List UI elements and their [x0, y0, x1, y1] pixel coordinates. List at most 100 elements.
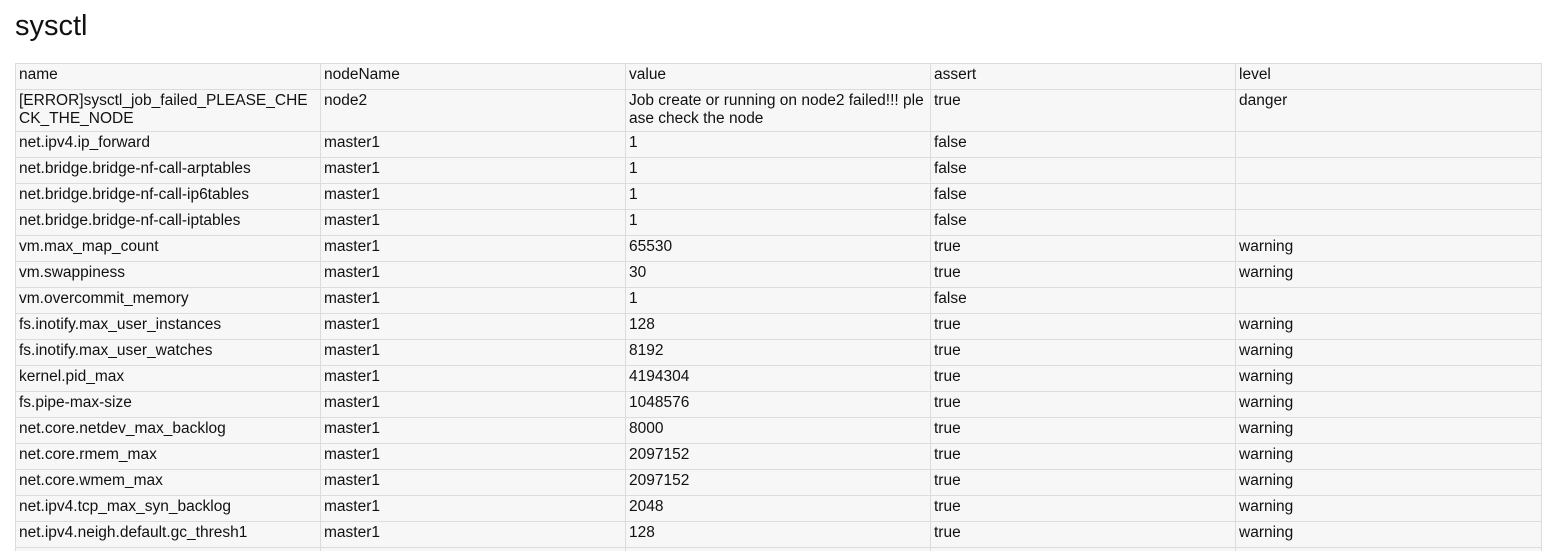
cell-nodename: master1	[320, 339, 626, 366]
cell-value: 1	[625, 183, 931, 210]
table-header-row: name nodeName value assert level	[15, 63, 1542, 90]
cell-value: 1048576	[625, 391, 931, 418]
cell-assert	[930, 547, 1236, 551]
cell-nodename	[320, 547, 626, 551]
cell-nodename: master1	[320, 391, 626, 418]
table-row: net.bridge.bridge-nf-call-iptables master…	[15, 209, 1542, 236]
cell-name: vm.overcommit_memory	[15, 287, 321, 314]
cell-value: 30	[625, 261, 931, 288]
table-row: net.ipv4.ip_forward master1 1 false	[15, 131, 1542, 158]
column-header-nodename: nodeName	[320, 63, 626, 90]
cell-level	[1235, 131, 1542, 158]
table-row: net.core.rmem_max master1 2097152 true warni…	[15, 443, 1542, 470]
cell-level: warning	[1235, 495, 1542, 522]
cell-value: 4194304	[625, 365, 931, 392]
cell-level	[1235, 157, 1542, 184]
cell-level	[1235, 287, 1542, 314]
table-row: net.ipv4.tcp_max_syn_backlog master1 2048 t…	[15, 495, 1542, 522]
page-title: sysctl	[15, 10, 88, 42]
cell-nodename: master1	[320, 365, 626, 392]
cell-name	[15, 547, 321, 551]
cell-assert: true	[930, 417, 1236, 444]
cell-value: 2097152	[625, 469, 931, 496]
cell-value: 1	[625, 157, 931, 184]
table-row: net.bridge.bridge-nf-call-arptables maste…	[15, 157, 1542, 184]
sysctl-table: name nodeName value assert level [ERROR]…	[15, 63, 1542, 551]
cell-level: warning	[1235, 469, 1542, 496]
cell-name: net.ipv4.neigh.default.gc_thresh1	[15, 521, 321, 548]
cell-level: warning	[1235, 365, 1542, 392]
cell-level: warning	[1235, 235, 1542, 262]
cell-name: net.bridge.bridge-nf-call-iptables	[15, 209, 321, 236]
cell-nodename: master1	[320, 313, 626, 340]
cell-assert: false	[930, 157, 1236, 184]
cell-nodename: node2	[320, 89, 626, 132]
cell-value: 128	[625, 521, 931, 548]
cell-value: 1	[625, 209, 931, 236]
cell-level: danger	[1235, 89, 1542, 132]
cell-level: warning	[1235, 261, 1542, 288]
cell-nodename: master1	[320, 157, 626, 184]
cell-assert: true	[930, 235, 1236, 262]
cell-value: 8192	[625, 339, 931, 366]
cell-nodename: master1	[320, 469, 626, 496]
table-row: [ERROR]sysctl_job_failed_PLEASE_CHECK_TH…	[15, 89, 1542, 132]
cell-level: warning	[1235, 443, 1542, 470]
cell-level	[1235, 209, 1542, 236]
cell-nodename: master1	[320, 521, 626, 548]
cell-level: warning	[1235, 417, 1542, 444]
cell-assert: false	[930, 183, 1236, 210]
cell-nodename: master1	[320, 443, 626, 470]
cell-name: [ERROR]sysctl_job_failed_PLEASE_CHECK_TH…	[15, 89, 321, 132]
cell-value: 8000	[625, 417, 931, 444]
column-header-assert: assert	[930, 63, 1236, 90]
page: sysctl name nodeName value assert level …	[0, 0, 1550, 551]
cell-value: 65530	[625, 235, 931, 262]
cell-value: 1	[625, 287, 931, 314]
cell-value: 128	[625, 313, 931, 340]
table-row: vm.overcommit_memory master1 1 false	[15, 287, 1542, 314]
cell-nodename: master1	[320, 131, 626, 158]
cell-level: warning	[1235, 391, 1542, 418]
table-row: net.core.netdev_max_backlog master1 8000 tr…	[15, 417, 1542, 444]
cell-name: fs.pipe-max-size	[15, 391, 321, 418]
column-header-name: name	[15, 63, 321, 90]
cell-assert: true	[930, 391, 1236, 418]
table-row: vm.swappiness master1 30 true warning	[15, 261, 1542, 288]
table-row: fs.inotify.max_user_watches master1 8192 tr…	[15, 339, 1542, 366]
column-header-value: value	[625, 63, 931, 90]
cell-nodename: master1	[320, 235, 626, 262]
cell-level: warning	[1235, 339, 1542, 366]
cell-value: 2097152	[625, 443, 931, 470]
cell-assert: true	[930, 89, 1236, 132]
cell-value: 1	[625, 131, 931, 158]
cell-name: net.core.netdev_max_backlog	[15, 417, 321, 444]
cell-name: net.bridge.bridge-nf-call-ip6tables	[15, 183, 321, 210]
cell-level	[1235, 547, 1542, 551]
table-row: vm.max_map_count master1 65530 true warning	[15, 235, 1542, 262]
cell-nodename: master1	[320, 417, 626, 444]
cell-name: net.core.rmem_max	[15, 443, 321, 470]
cell-assert: true	[930, 365, 1236, 392]
cell-value	[625, 547, 931, 551]
cell-assert: true	[930, 443, 1236, 470]
cell-assert: false	[930, 287, 1236, 314]
cell-assert: false	[930, 209, 1236, 236]
cell-name: net.core.wmem_max	[15, 469, 321, 496]
table-row: fs.pipe-max-size master1 1048576 true warnin…	[15, 391, 1542, 418]
cell-name: vm.max_map_count	[15, 235, 321, 262]
table-row: fs.inotify.max_user_instances master1 128 t…	[15, 313, 1542, 340]
cell-name: net.ipv4.tcp_max_syn_backlog	[15, 495, 321, 522]
table-row: kernel.pid_max master1 4194304 true warning	[15, 365, 1542, 392]
table-row: net.core.wmem_max master1 2097152 true warni…	[15, 469, 1542, 496]
cell-assert: true	[930, 469, 1236, 496]
cell-name: kernel.pid_max	[15, 365, 321, 392]
cell-assert: true	[930, 313, 1236, 340]
table-body: [ERROR]sysctl_job_failed_PLEASE_CHECK_TH…	[15, 89, 1542, 551]
cell-name: fs.inotify.max_user_instances	[15, 313, 321, 340]
table-row	[15, 547, 1542, 551]
cell-level	[1235, 183, 1542, 210]
cell-assert: true	[930, 261, 1236, 288]
cell-level: warning	[1235, 521, 1542, 548]
cell-value: Job create or running on node2 failed!!!…	[625, 89, 931, 132]
